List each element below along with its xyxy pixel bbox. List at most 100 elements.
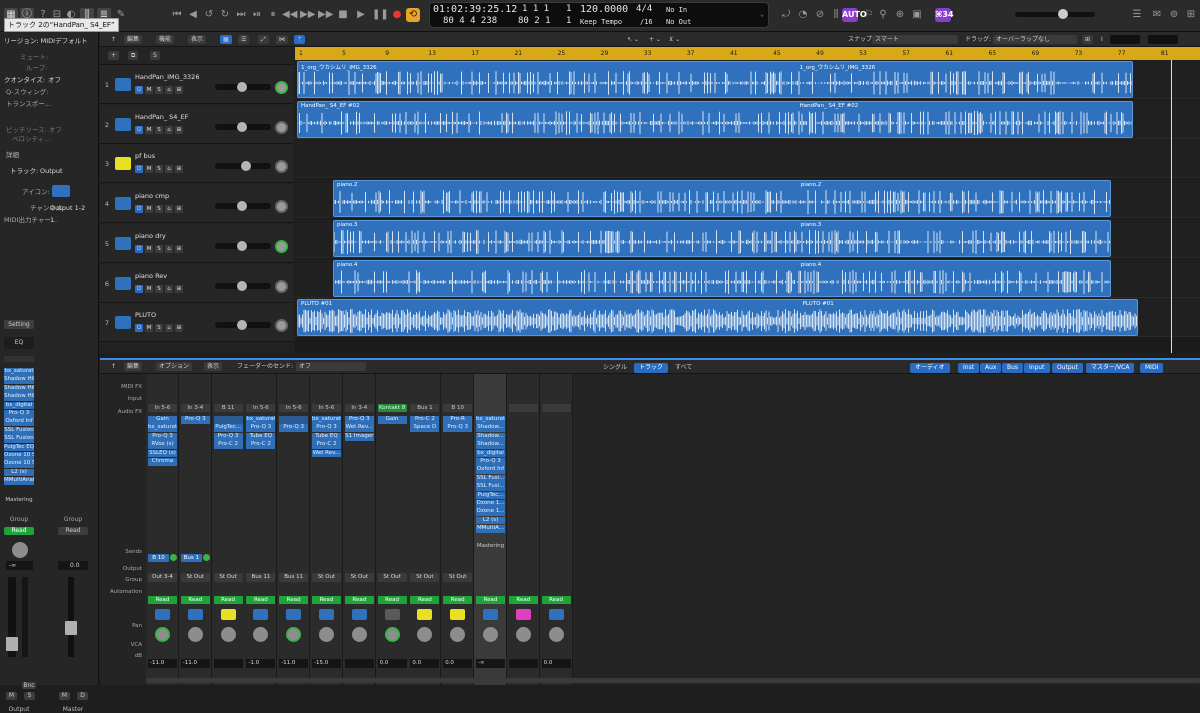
strip-pan-knob[interactable] <box>483 627 498 642</box>
track-pan-knob[interactable] <box>275 120 288 134</box>
plugin-slot[interactable]: Ozone 1... <box>476 508 505 517</box>
plugin-slot[interactable]: Wet Rev... <box>344 424 374 433</box>
inspector-plugin-slot[interactable]: MMultiAnal <box>4 477 34 485</box>
strip-automation-read[interactable]: Read <box>541 596 571 604</box>
track-pan-knob[interactable] <box>275 81 288 94</box>
track-freeze-button[interactable]: ⊞ <box>175 244 183 253</box>
channel-strip[interactable]: Bus 1 Pro-C 2 Space D St Out Read 0.0 <box>408 374 442 685</box>
strip-output-slot[interactable]: St Out <box>377 573 407 582</box>
plugin-slot[interactable]: Pro-C 2 <box>213 441 243 449</box>
grid-icon[interactable]: ▣ <box>910 8 924 22</box>
strip-automation-read[interactable]: Read <box>148 596 177 604</box>
track-waveform-icon[interactable] <box>52 185 70 197</box>
track-name[interactable]: PLUTO <box>135 311 156 319</box>
back-icon[interactable]: ◀ <box>186 8 200 22</box>
plugin-slot[interactable]: Pro-R <box>443 416 473 424</box>
track-lane[interactable]: 1_org_ウカシムリ_IMG_3326 1_org_ウカシムリ_IMG_3326 <box>295 60 1200 99</box>
track-input-monitor-button[interactable]: ⌂ <box>165 324 173 333</box>
strip-output-slot[interactable]: St Out <box>312 573 341 582</box>
plugin-slot[interactable]: Shadow... <box>476 441 505 449</box>
track-mute-button[interactable]: M <box>145 165 153 174</box>
add-tool-icon[interactable]: + ⌄ <box>646 35 664 44</box>
strip-pan-knob[interactable] <box>384 627 400 642</box>
lock-icon[interactable]: ⊕ <box>893 8 907 22</box>
notes-icon[interactable]: ✉ <box>1150 8 1164 22</box>
solo-button-output[interactable]: S <box>24 692 35 700</box>
plugin-slot[interactable]: Pro-Q 3 <box>476 457 505 466</box>
inspector-plugin-slot[interactable]: Shadow Hil <box>4 384 34 393</box>
strip-input-slot[interactable]: Kontakt 8 <box>377 404 407 412</box>
play-from-icon[interactable]: ⏯ <box>250 8 264 22</box>
track-freeze-button[interactable]: ⊞ <box>175 165 183 174</box>
mixer-filter-button[interactable]: Bus <box>1002 363 1024 373</box>
waveform-zoom-icon[interactable]: I <box>1098 35 1106 44</box>
plugin-slot[interactable]: Oxford Inf <box>476 466 505 475</box>
track-name[interactable]: pf bus <box>135 152 155 160</box>
track-solo-button[interactable]: S <box>155 165 163 174</box>
strip-pan-knob[interactable] <box>515 627 531 642</box>
plugin-slot[interactable]: bx_saturat <box>148 424 177 433</box>
track-volume-handle[interactable] <box>237 280 247 291</box>
track-input-monitor-button[interactable]: ⌂ <box>165 244 173 253</box>
track-input-monitor-button[interactable]: ⌂ <box>165 165 173 174</box>
strip-output-slot[interactable]: Bus 11 <box>246 573 276 582</box>
mixer-view-tab[interactable]: トラック <box>634 363 669 373</box>
strip-automation-read[interactable]: Read <box>246 596 276 604</box>
master-volume-slider[interactable] <box>1015 9 1095 19</box>
track-power-button[interactable]: ⏻ <box>135 125 143 134</box>
plugin-slot[interactable]: Pro-Q 3 <box>279 424 309 433</box>
strip-input-slot[interactable]: In 5-6 <box>148 404 177 412</box>
plugin-slot[interactable]: MMultiA... <box>476 525 505 533</box>
plugin-slot[interactable]: SSLEQ (s) <box>148 449 177 458</box>
channel-strip[interactable]: In 3-4 Pro-Q 3 Wet Rev... S1 Imager St Out Re… <box>342 374 376 685</box>
track-solo-button[interactable]: S <box>155 284 163 293</box>
mixer-options-menu[interactable]: オプション <box>156 362 193 371</box>
strip-pan-knob[interactable] <box>286 627 302 642</box>
skip-icon[interactable]: ⏭ <box>234 8 248 22</box>
track-header[interactable]: 1 HandPan_IMG_3326 ⏻ M S ⌂ ⊞ <box>100 65 294 104</box>
plugin-slot[interactable]: Pro-C 2 <box>246 441 276 449</box>
plugin-slot[interactable]: Pro-C 2 <box>312 441 341 449</box>
track-header[interactable]: 5 piano dry ⏻ M S ⌂ ⊞ <box>100 223 294 263</box>
track-solo-button[interactable]: S <box>155 324 163 333</box>
strip-automation-read[interactable]: Read <box>180 596 210 604</box>
cycle-back-icon[interactable]: ↺ <box>202 8 216 22</box>
track-volume-handle[interactable] <box>241 161 251 172</box>
track-freeze-button[interactable]: ⊞ <box>175 86 183 94</box>
plugin-slot[interactable]: Pro-Q 3 <box>180 416 210 424</box>
tuner-icon[interactable]: ◔ <box>796 8 810 22</box>
inspector-plugin-slot[interactable]: SSL Fusion <box>4 435 34 443</box>
plugin-slot[interactable]: L2 (s) <box>476 516 505 525</box>
track-volume-handle[interactable] <box>237 121 247 132</box>
track-icon[interactable] <box>115 236 131 250</box>
strip-automation-read[interactable]: Read <box>344 596 374 604</box>
setting-button[interactable]: Setting <box>4 320 34 329</box>
strip-input-slot[interactable]: B 11 <box>213 404 243 412</box>
auto-badge[interactable]: AUTO <box>842 8 867 22</box>
strip-output-slot[interactable]: Out 3-4 <box>148 573 177 582</box>
quantize-value[interactable]: オフ <box>48 75 61 85</box>
fader-output[interactable] <box>6 577 18 657</box>
mixer-view-tab[interactable]: シングル <box>598 363 632 373</box>
grid-view-icon[interactable]: ▦ <box>220 35 232 44</box>
strip-pan-knob[interactable] <box>319 627 334 642</box>
strip-automation-read[interactable]: Read <box>213 596 243 604</box>
track-power-button[interactable]: ⏻ <box>135 244 143 253</box>
pointer-tool-icon[interactable]: ↖ ⌄ <box>624 35 642 44</box>
plugin-slot[interactable]: Shadow... <box>476 432 505 441</box>
strip-automation-read[interactable]: Read <box>377 596 407 604</box>
track-power-button[interactable]: ⏻ <box>135 205 143 214</box>
plugin-slot[interactable]: Wet Rev... <box>312 449 341 458</box>
inspector-plugin-slot[interactable]: Ozone 10 S <box>4 460 34 469</box>
loops-icon[interactable]: ⊚ <box>1167 8 1181 22</box>
track-icon[interactable] <box>115 157 131 171</box>
strip-send-slot[interactable]: B 10 <box>148 554 169 562</box>
browser-icon[interactable]: ⊞ <box>1184 8 1198 22</box>
solo-global-button[interactable]: S <box>150 51 160 60</box>
fader-handle-output[interactable] <box>6 637 18 651</box>
mixer-small-icon[interactable]: ⫼ <box>829 8 843 22</box>
track-lane[interactable]: HandPan_ S4_EF #02 HandPan_ S4_EF #02 <box>295 99 1200 139</box>
track-header[interactable]: 4 piano cmp ⏻ M S ⌂ ⊞ <box>100 184 294 224</box>
record-icon[interactable]: ● <box>390 8 404 22</box>
track-solo-button[interactable]: S <box>155 244 163 253</box>
